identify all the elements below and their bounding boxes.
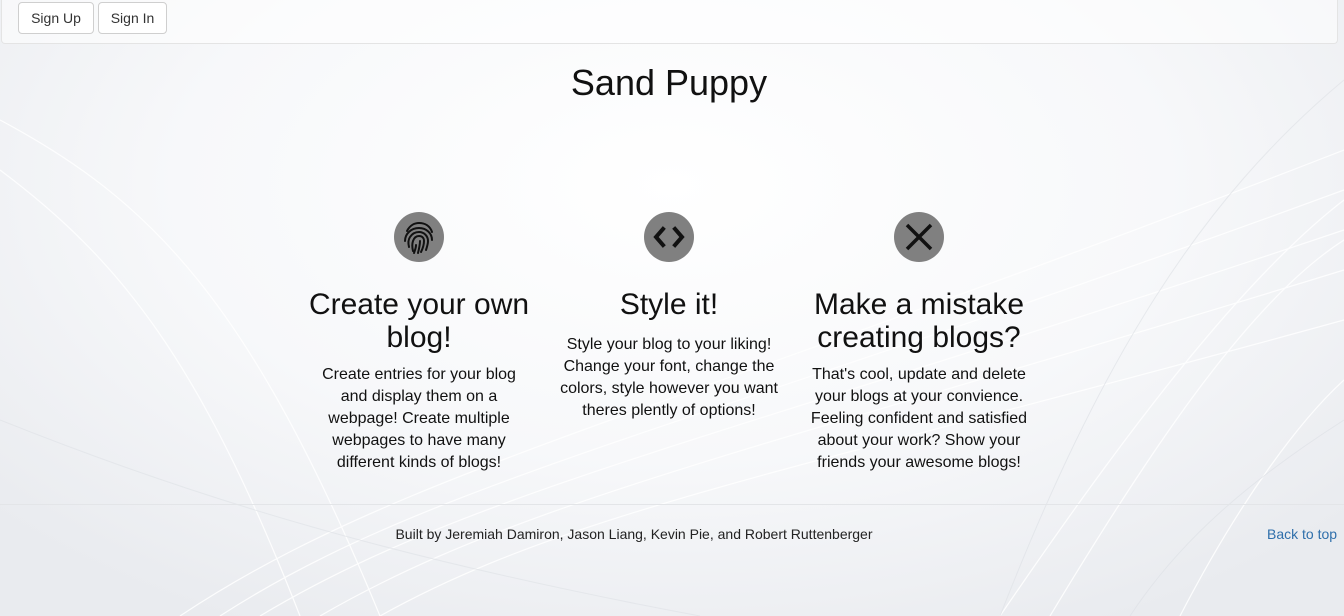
code-icon xyxy=(644,212,694,262)
feature-heading: Style it! xyxy=(619,288,719,321)
top-navbar: Sign Up Sign In xyxy=(1,0,1338,44)
page-title: Sand Puppy xyxy=(570,62,768,103)
fingerprint-icon xyxy=(394,212,444,262)
sign-in-button[interactable]: Sign In xyxy=(98,2,167,34)
close-icon xyxy=(894,212,944,262)
feature-heading: Create your own blog! xyxy=(308,288,530,354)
feature-create-blog: Create your own blog! Create entries for… xyxy=(304,212,534,474)
back-to-top-link[interactable]: Back to top xyxy=(1267,526,1337,542)
feature-description: Create entries for your blog and display… xyxy=(322,366,516,471)
sign-up-button[interactable]: Sign Up xyxy=(18,2,94,34)
feature-description: Style your blog to your liking! Change y… xyxy=(560,336,778,419)
footer-credits: Built by Jeremiah Damiron, Jason Liang, … xyxy=(395,526,873,542)
feature-fix-mistakes: Make a mistake creating blogs? That's co… xyxy=(804,212,1034,474)
feature-heading: Make a mistake creating blogs? xyxy=(813,288,1025,354)
feature-description: That's cool, update and delete your blog… xyxy=(810,366,1028,471)
feature-style-it: Style it! Style your blog to your liking… xyxy=(554,212,784,422)
footer-divider xyxy=(0,504,1344,505)
